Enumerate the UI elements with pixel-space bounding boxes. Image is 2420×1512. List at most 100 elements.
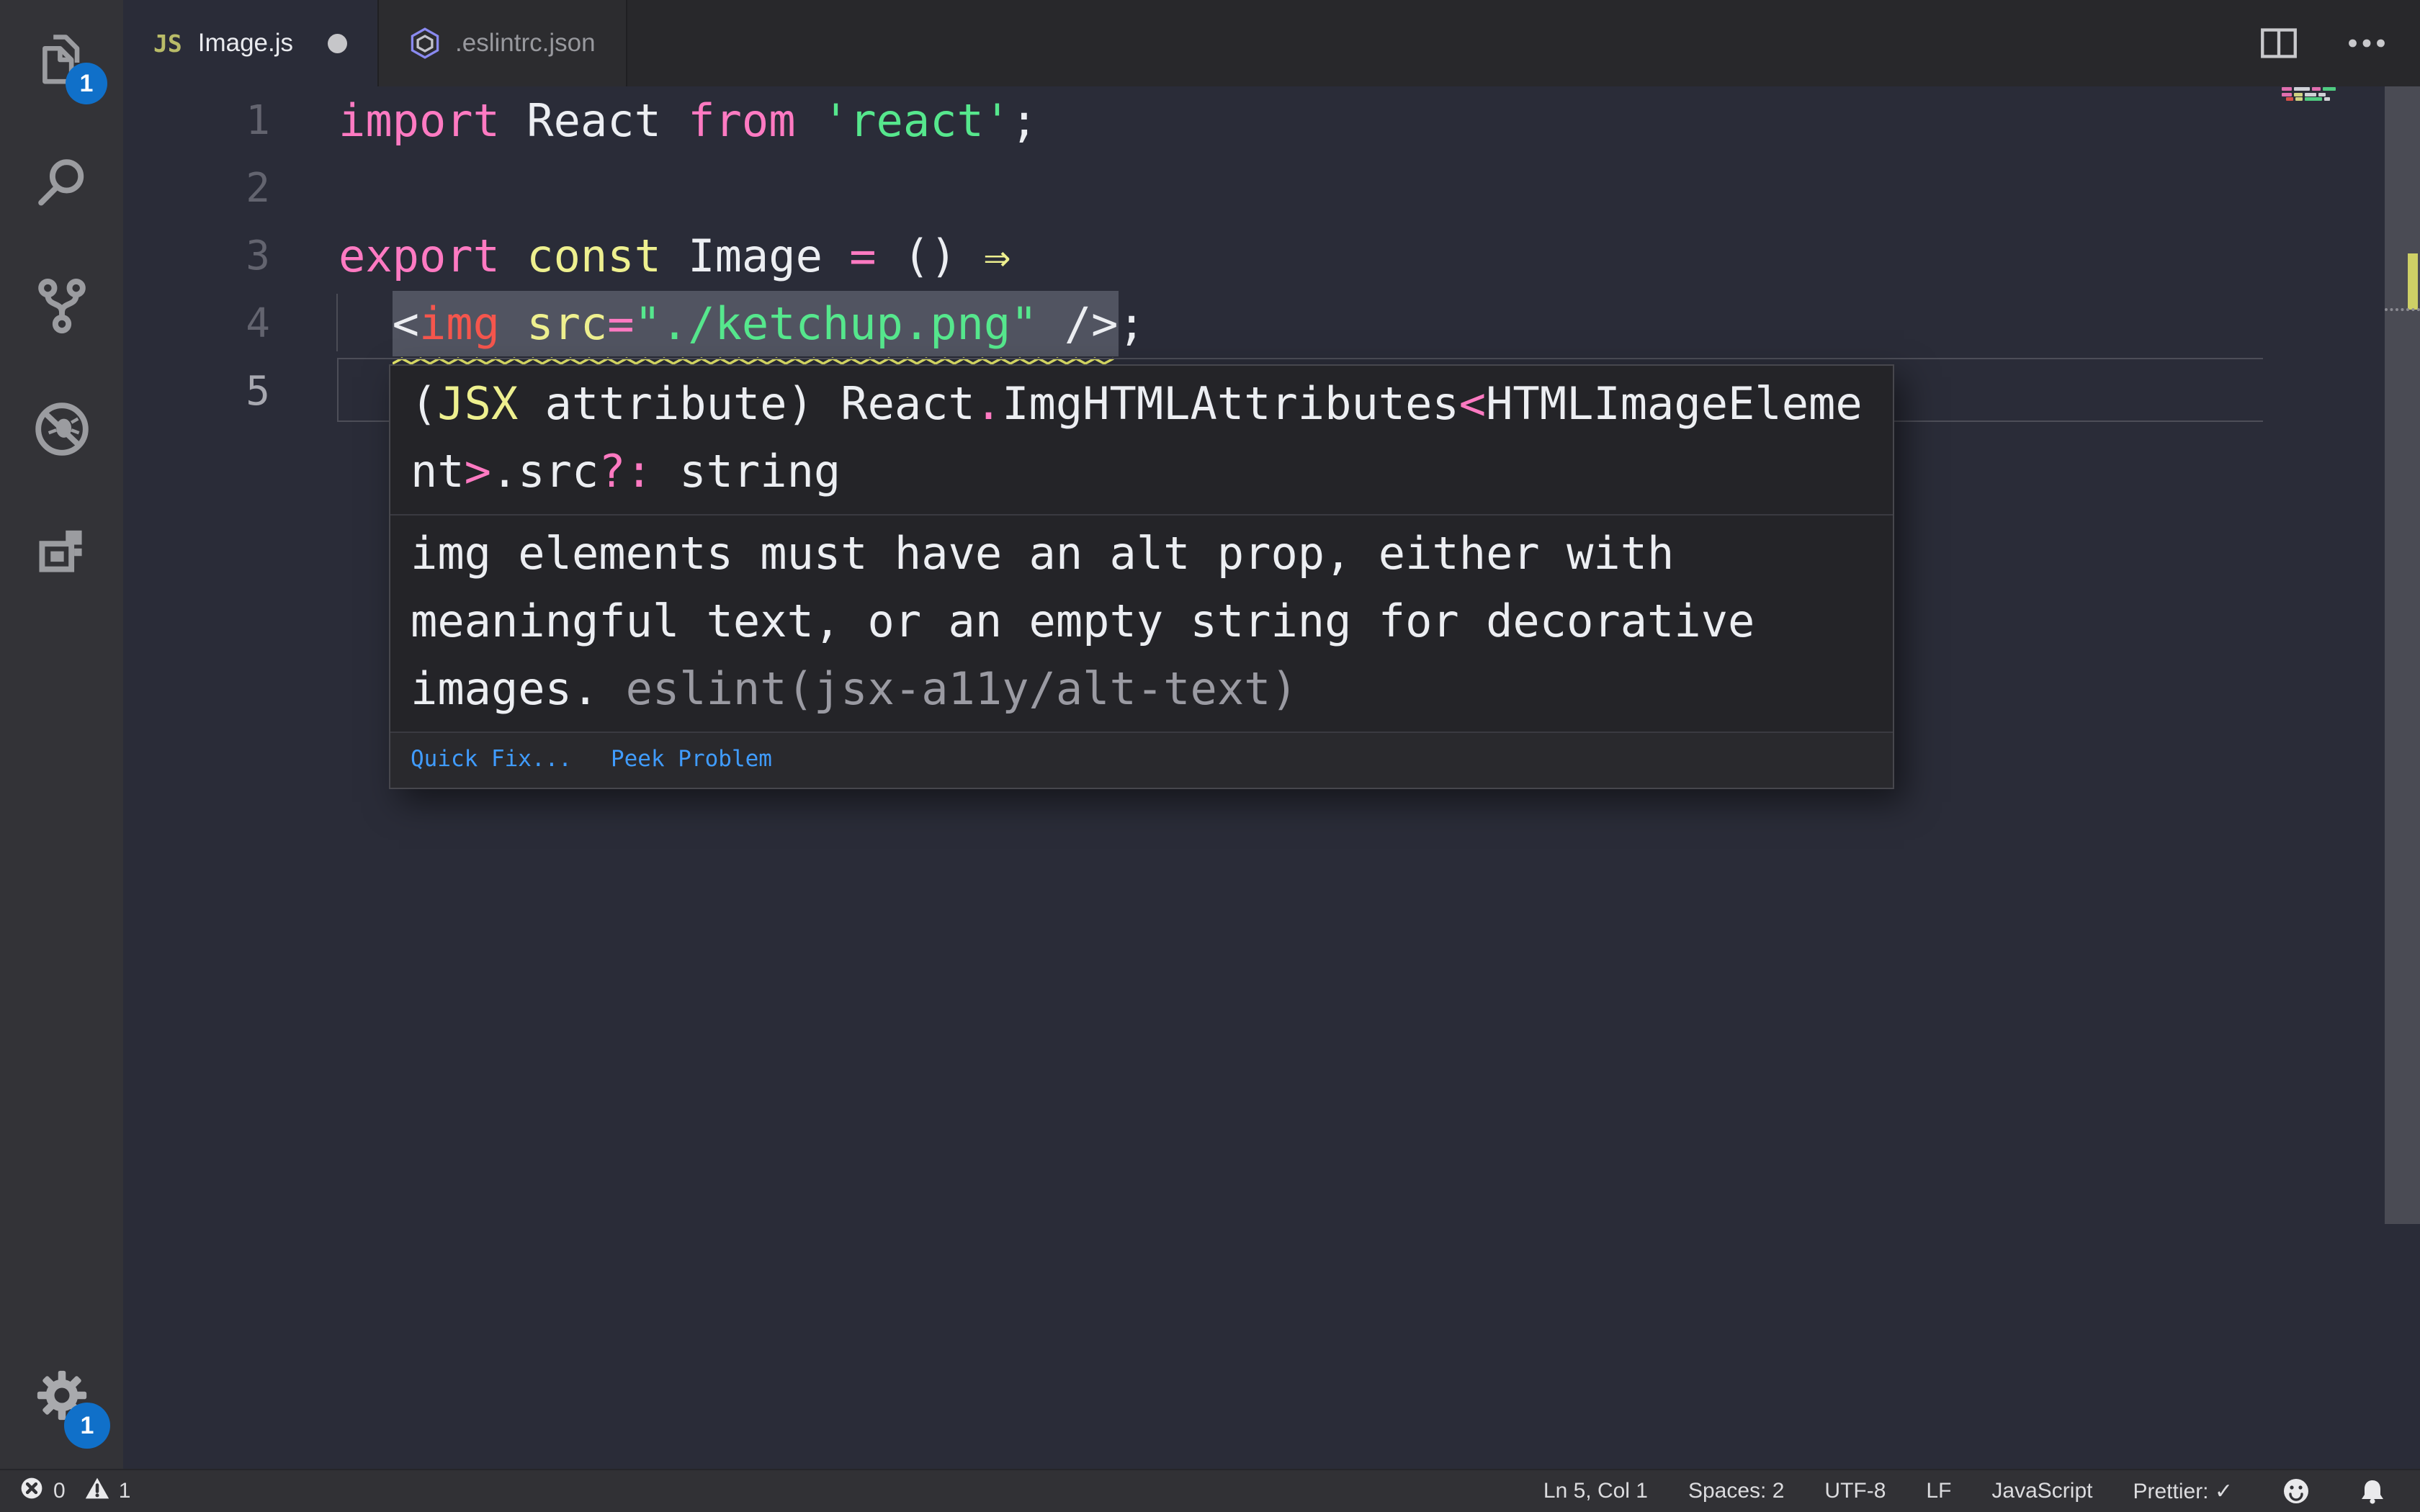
editor-scrollbar[interactable] [2385, 86, 2420, 1224]
minimap-line [2282, 87, 2336, 91]
signature-token: ImgHTMLAttributes [1002, 377, 1459, 430]
activity-item-settings[interactable]: 1 [0, 1336, 123, 1459]
activity-item-debug[interactable] [0, 369, 123, 492]
overview-cursor-marker [2385, 308, 2420, 311]
line-number[interactable]: 1 [123, 87, 339, 155]
code-token: () [876, 230, 984, 282]
tab-label: Image.js [197, 29, 294, 57]
notifications-bell-icon[interactable] [2358, 1477, 2387, 1506]
activity-item-extensions[interactable] [0, 492, 123, 616]
code-line-1: 1 import React from 'react'; [123, 87, 2420, 155]
signature-token: > [464, 445, 491, 498]
code-token: img [418, 297, 500, 350]
signature-token: . [974, 377, 1003, 430]
code-token: < [392, 297, 419, 350]
signature-token: ?: [599, 445, 653, 498]
code-token: /> [1064, 297, 1119, 350]
error-icon [19, 1475, 45, 1507]
hover-actions: Quick Fix... Peek Problem [390, 733, 1893, 788]
search-icon [32, 153, 92, 217]
warning-icon [84, 1475, 110, 1507]
status-eol[interactable]: LF [1926, 1479, 1951, 1504]
overview-warning-marker [2408, 253, 2418, 310]
git-branch-icon [32, 276, 92, 340]
status-indentation[interactable]: Spaces: 2 [1688, 1479, 1784, 1504]
code-editor[interactable]: 1 import React from 'react'; 2 3 export cons… [123, 86, 2420, 1469]
workbench: 1 1 JS Image.js .eslintrc.json 1 import … [0, 0, 2420, 1469]
editor-actions [2260, 0, 2420, 86]
line-content[interactable]: export const Image = () ⇒ [339, 222, 2420, 290]
code-token: import [339, 94, 500, 147]
status-bar: 0 1 Ln 5, Col 1 Spaces: 2 UTF-8 LF JavaScrip… [0, 1469, 2420, 1512]
minimap[interactable] [2262, 86, 2385, 1469]
code-token: ; [1010, 94, 1038, 147]
explorer-badge: 1 [66, 63, 107, 104]
activity-item-source-control[interactable] [0, 246, 123, 369]
warning-highlight-range: <img src="./ketchup.png" /> [392, 291, 1119, 365]
warning-count: 1 [118, 1479, 131, 1503]
signature-token: attribute) React [518, 377, 975, 430]
code-token: = [607, 297, 635, 350]
vscode-window: 1 1 JS Image.js .eslintrc.json 1 import … [0, 0, 2420, 1512]
status-formatter[interactable]: Prettier: ✓ [2133, 1479, 2233, 1504]
peek-problem-link[interactable]: Peek Problem [611, 746, 772, 772]
code-token: from [688, 94, 796, 147]
code-token: ⇒ [983, 230, 1011, 282]
code-line-3: 3 export const Image = () ⇒ [123, 222, 2420, 290]
line-content[interactable]: import React from 'react'; [339, 87, 2420, 155]
code-token: ; [1118, 297, 1145, 350]
code-token: const [526, 230, 661, 282]
code-token: src [526, 297, 608, 350]
code-token: "./ketchup.png" [634, 297, 1038, 350]
hover-diagnostic-message: img elements must have an alt prop, eith… [390, 516, 1893, 733]
signature-token: < [1458, 377, 1487, 430]
settings-badge: 1 [64, 1403, 110, 1449]
code-token: = [849, 230, 877, 282]
more-actions-icon[interactable] [2348, 38, 2385, 48]
code-token: export [339, 230, 500, 282]
status-language[interactable]: JavaScript [1991, 1479, 2092, 1504]
modified-indicator-dot[interactable] [328, 33, 348, 53]
tab-bar: JS Image.js .eslintrc.json [123, 0, 2420, 86]
tab-image-js[interactable]: JS Image.js [123, 0, 380, 86]
status-right-items: Ln 5, Col 1 Spaces: 2 UTF-8 LF JavaScript Pre… [1543, 1479, 2233, 1504]
extensions-icon [32, 522, 92, 586]
status-encoding[interactable]: UTF-8 [1824, 1479, 1886, 1504]
line-content[interactable] [339, 155, 2420, 222]
activity-item-explorer[interactable]: 1 [0, 0, 123, 123]
editor-group: JS Image.js .eslintrc.json 1 import Reac… [123, 0, 2420, 1469]
line-number[interactable]: 5 [123, 358, 339, 426]
tab-label: .eslintrc.json [455, 29, 596, 57]
code-token: Image [660, 230, 850, 282]
line-number[interactable]: 4 [123, 290, 339, 358]
activity-bar: 1 1 [0, 0, 123, 1469]
signature-token: .src [490, 445, 599, 498]
code-token: React [499, 94, 689, 147]
hover-type-signature: (JSX attribute) React.ImgHTMLAttributes<… [390, 366, 1893, 516]
line-number[interactable]: 2 [123, 155, 339, 222]
problems-indicator[interactable]: 0 1 [19, 1475, 130, 1507]
minimap-line [2282, 93, 2326, 96]
hover-tooltip: (JSX attribute) React.ImgHTMLAttributes<… [389, 364, 1894, 789]
line-content[interactable]: <img src="./ketchup.png" />; [336, 290, 2420, 365]
split-editor-icon[interactable] [2260, 27, 2298, 59]
signature-token: JSX [437, 377, 519, 430]
tab-eslintrc-json[interactable]: .eslintrc.json [379, 0, 627, 86]
line-number[interactable]: 3 [123, 222, 339, 290]
signature-token: ( [411, 377, 438, 430]
status-line-col[interactable]: Ln 5, Col 1 [1543, 1479, 1648, 1504]
error-count: 0 [53, 1479, 66, 1503]
code-line-2: 2 [123, 155, 2420, 222]
eslint-file-icon [409, 27, 441, 59]
diagnostic-rule: eslint(jsx-a11y/alt-text) [625, 662, 1298, 715]
code-token: 'react' [822, 94, 1011, 147]
minimap-line [2286, 97, 2330, 101]
feedback-smiley-icon[interactable] [2282, 1477, 2311, 1506]
activity-item-search[interactable] [0, 123, 123, 246]
quick-fix-link[interactable]: Quick Fix... [411, 746, 572, 772]
